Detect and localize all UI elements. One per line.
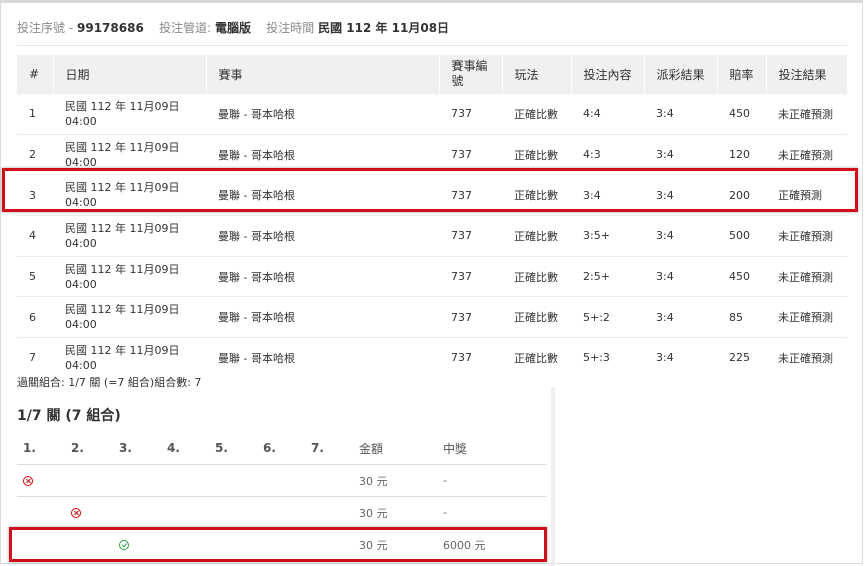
col-match: 賽事: [206, 55, 440, 94]
table-row: 7 民國 112 年 11月09日 04:00 曼聯 - 哥本哈根 737 正確比…: [17, 337, 847, 378]
table-row: 2 民國 112 年 11月09日 04:00 曼聯 - 哥本哈根 737 正確比…: [17, 133, 847, 175]
col-outcome: 投注結果: [766, 55, 848, 94]
combo-table: 1. 2. 3. 4. 5. 6. 7. 金額 中獎 30 元 - 30 元 -: [17, 432, 547, 561]
table-row: 30 元 -: [17, 496, 547, 529]
serial-value: 99178686: [77, 21, 144, 35]
combo-header-row: 1. 2. 3. 4. 5. 6. 7. 金額 中獎: [17, 432, 547, 465]
bets-table: # 日期 賽事 賽事編號 玩法 投注內容 派彩結果 賠率 投注結果 1 民國 1…: [17, 55, 848, 378]
table-row: 4 民國 112 年 11月09日 04:00 曼聯 - 哥本哈根 737 正確比…: [17, 215, 847, 257]
col-date: 日期: [53, 55, 207, 94]
table-row: 30 元 -: [17, 464, 547, 497]
col-pick: 投注內容: [571, 55, 645, 94]
lost-x-icon: [71, 508, 81, 518]
lost-x-icon: [23, 476, 33, 486]
header-divider: [17, 45, 847, 46]
channel-label: 投注管道:: [159, 21, 212, 35]
table-row: 3 民國 112 年 11月09日 04:00 曼聯 - 哥本哈根 737 正確比…: [17, 174, 847, 216]
col-play: 玩法: [502, 55, 572, 94]
bets-header-row: # 日期 賽事 賽事編號 玩法 投注內容 派彩結果 賠率 投注結果: [17, 55, 848, 94]
won-check-icon: [119, 540, 129, 550]
combo-title: 1/7 關 (7 組合): [17, 408, 121, 424]
col-no: #: [17, 55, 54, 94]
serial-label: 投注序號: [17, 21, 66, 35]
table-row: 1 民國 112 年 11月09日 04:00 曼聯 - 哥本哈根 737 正確比…: [17, 93, 847, 135]
col-match-id: 賽事編號: [439, 55, 503, 94]
bet-header: 投注序號 - 99178686 投注管道: 電腦版 投注時間 民國 112 年 …: [17, 21, 450, 35]
time-label: 投注時間: [266, 21, 315, 35]
col-odds: 賠率: [717, 55, 767, 94]
col-result: 派彩結果: [644, 55, 718, 94]
channel-value: 電腦版: [214, 21, 251, 35]
table-row: 5 民國 112 年 11月09日 04:00 曼聯 - 哥本哈根 737 正確比…: [17, 255, 847, 297]
time-value: 民國 112 年 11月08日: [318, 21, 450, 35]
table-row: 30 元 6000 元: [17, 528, 547, 561]
table-row: 6 民國 112 年 11月09日 04:00 曼聯 - 哥本哈根 737 正確比…: [17, 296, 847, 338]
